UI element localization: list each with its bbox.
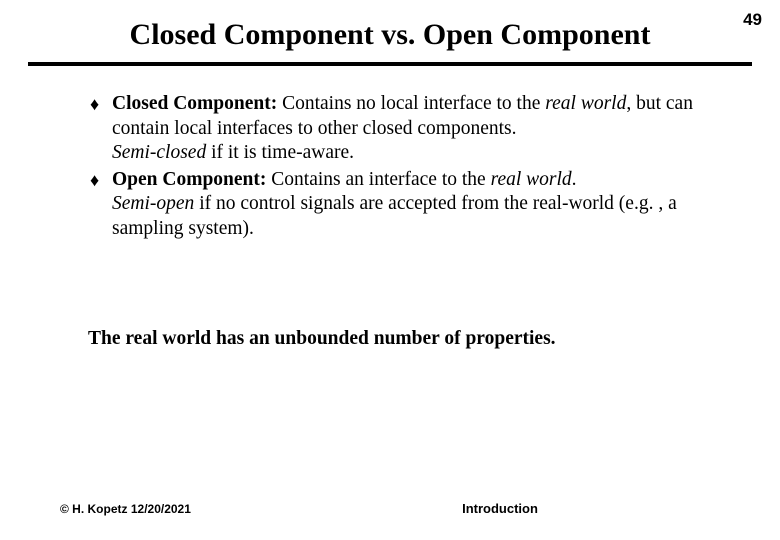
slide-title: Closed Component vs. Open Component: [60, 18, 720, 52]
footer-center: Introduction: [0, 501, 780, 516]
bullet-lead: Open Component:: [112, 169, 266, 190]
summary-statement: The real world has an unbounded number o…: [88, 328, 696, 350]
diamond-icon: ♦: [90, 92, 112, 116]
bullet-lead: Closed Component:: [112, 93, 277, 114]
bullet-seg: if it is time-aware.: [206, 142, 354, 163]
title-wrap: Closed Component vs. Open Component: [60, 18, 720, 52]
bullet-text: Closed Component: Contains no local inte…: [112, 92, 702, 166]
bullet-italic: Semi-closed: [112, 142, 206, 163]
title-divider: [28, 62, 752, 66]
bullet-italic: real world: [491, 169, 572, 190]
bullet-seg: if no control signals are accepted from …: [112, 193, 677, 239]
content-area: ♦ Closed Component: Contains no local in…: [90, 92, 702, 243]
bullet-seg: Contains no local interface to the: [277, 93, 545, 114]
bullet-text: Open Component: Contains an interface to…: [112, 168, 702, 242]
bullet-italic: Semi-open: [112, 193, 194, 214]
bullet-seg: Contains an interface to the: [266, 169, 490, 190]
list-item: ♦ Closed Component: Contains no local in…: [90, 92, 702, 166]
list-item: ♦ Open Component: Contains an interface …: [90, 168, 702, 242]
slide: 49 Closed Component vs. Open Component ♦…: [0, 0, 780, 540]
bullet-seg: .: [572, 169, 577, 190]
bullet-italic: real world: [545, 93, 626, 114]
diamond-icon: ♦: [90, 168, 112, 192]
page-number: 49: [743, 10, 762, 30]
